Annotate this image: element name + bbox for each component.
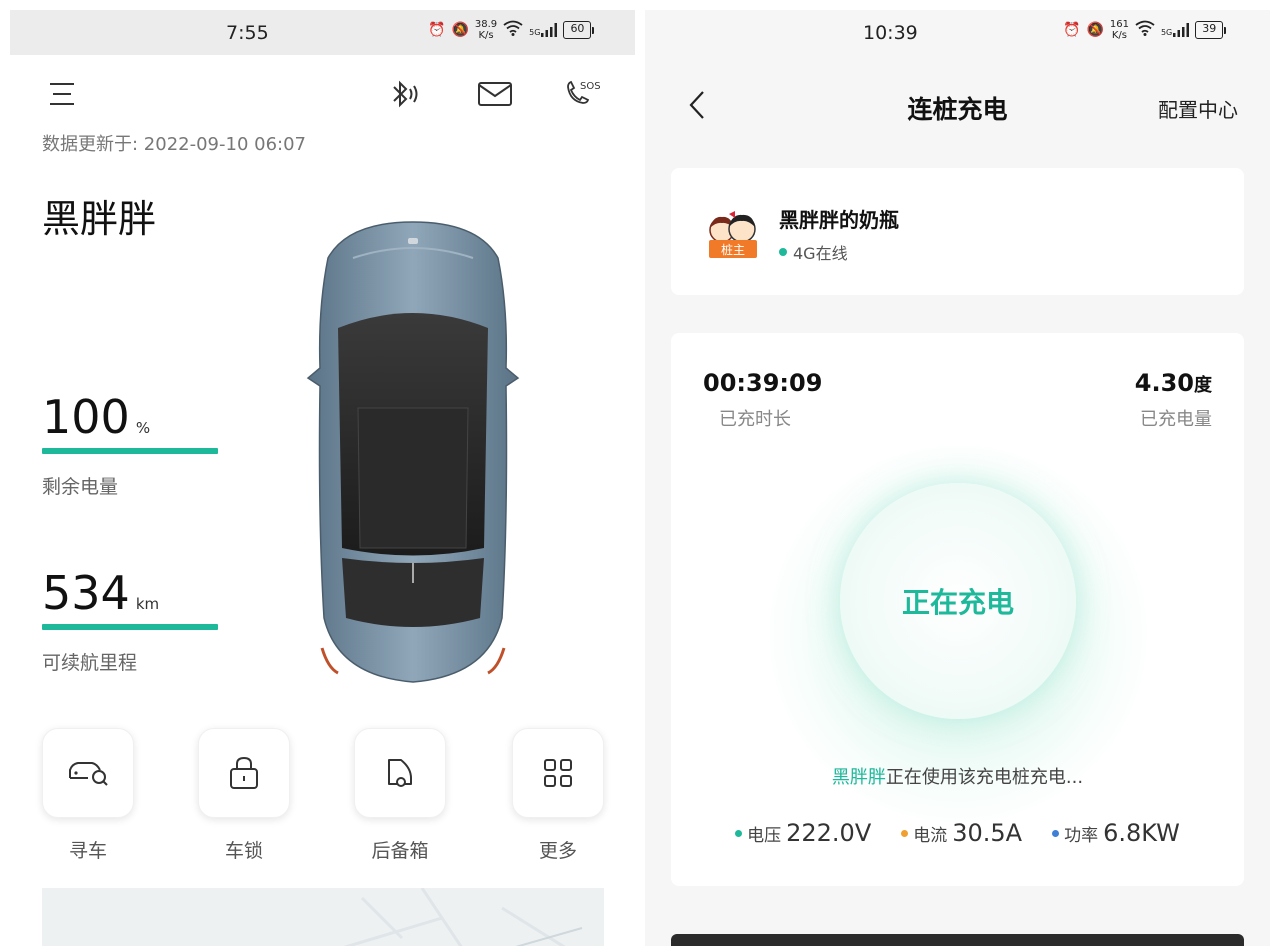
range-value: 534 [42, 566, 130, 620]
range-label: 可续航里程 [42, 652, 138, 674]
data-update-time: 数据更新于: 2022-09-10 06:07 [42, 134, 306, 155]
charger-name: 黑胖胖的奶瓶 [779, 208, 899, 232]
battery-unit: % [135, 419, 151, 437]
charging-user-text: 黑胖胖正在使用该充电桩充电... [831, 767, 1084, 788]
network-speed: 38.9 K/s [474, 19, 498, 41]
wifi-icon [1135, 20, 1155, 40]
range-metric: 534 km 可续航里程 [42, 566, 218, 675]
action-trunk[interactable]: 后备箱 [354, 728, 446, 863]
battery-icon: 60 [563, 21, 595, 39]
alarm-icon: ⏰ [1063, 22, 1081, 38]
wifi-icon [503, 20, 523, 40]
status-icons: ⏰ 🔕 161 K/s 5G 39 [1063, 19, 1227, 41]
charging-readings: 电压 222.0V 电流 30.5A 功率 6.8KW [671, 819, 1244, 847]
battery-metric: 100% 剩余电量 [42, 390, 218, 499]
signal-icon: 5G [1161, 23, 1190, 37]
charged-energy: 4.30度 已充电量 [1135, 369, 1212, 431]
top-toolbar: SOS [10, 76, 635, 116]
car-search-icon[interactable] [42, 728, 134, 818]
battery-bar [42, 448, 218, 454]
map-preview[interactable] [42, 888, 604, 946]
energy-value: 4.30 [1134, 369, 1194, 397]
charger-owner-card[interactable]: 桩主 黑胖胖的奶瓶 4G在线 [671, 168, 1244, 295]
mute-icon: 🔕 [451, 22, 469, 38]
duration-label: 已充时长 [719, 409, 791, 430]
status-time: 7:55 [226, 22, 269, 44]
grid-icon[interactable] [512, 728, 604, 818]
range-bar [42, 624, 218, 630]
range-bar-fill [42, 624, 218, 630]
charging-status-circle: 正在充电 [840, 483, 1076, 719]
energy-unit: 度 [1194, 375, 1212, 396]
sos-call-icon[interactable]: SOS [562, 76, 606, 112]
battery-value: 100 [42, 390, 130, 444]
energy-label: 已充电量 [1140, 409, 1212, 430]
battery-bar-fill [42, 448, 218, 454]
sos-label: SOS [580, 81, 601, 92]
battery-label: 剩余电量 [42, 476, 119, 498]
charging-user: 黑胖胖 [831, 767, 886, 788]
charging-state: 正在充电 [901, 586, 1014, 619]
quick-actions: 寻车 车锁 后备箱 更多 [42, 728, 604, 868]
signal-icon: 5G [529, 23, 558, 37]
network-speed: 161 K/s [1109, 19, 1129, 41]
trunk-icon[interactable] [354, 728, 446, 818]
current-reading: 电流 30.5A [901, 819, 1022, 847]
menu-icon[interactable] [44, 78, 80, 110]
bluetooth-key-icon[interactable] [386, 76, 426, 112]
stop-charging-button[interactable] [671, 934, 1244, 946]
status-bar: 7:55 ⏰ 🔕 38.9 K/s 5G 60 [10, 10, 635, 55]
mute-icon: 🔕 [1086, 22, 1104, 38]
action-find-car[interactable]: 寻车 [42, 728, 134, 863]
voltage-reading: 电压 222.0V [735, 819, 871, 847]
charger-status: 4G在线 [779, 240, 848, 264]
power-dot [1052, 829, 1060, 837]
online-dot [779, 248, 787, 256]
car-name: 黑胖胖 [42, 197, 157, 241]
status-time: 10:39 [863, 22, 918, 44]
charging-screen: 10:39 ⏰ 🔕 161 K/s 5G 39 连桩充电 配置中心 桩主 黑胖胖… [645, 10, 1270, 946]
battery-icon: 39 [1195, 21, 1227, 39]
range-unit: km [135, 595, 160, 613]
alarm-icon: ⏰ [428, 22, 446, 38]
nav-bar: 连桩充电 配置中心 [645, 80, 1270, 130]
duration-value: 00:39:09 [703, 369, 823, 397]
lock-icon[interactable] [198, 728, 290, 818]
owner-badge: 桩主 [721, 242, 745, 257]
voltage-dot [735, 829, 743, 837]
car-app-screen: 7:55 ⏰ 🔕 38.9 K/s 5G 60 SOS 数据更新于: 2022-… [10, 10, 635, 946]
action-more[interactable]: 更多 [512, 728, 604, 863]
status-icons: ⏰ 🔕 38.9 K/s 5G 60 [428, 19, 595, 41]
config-center-link[interactable]: 配置中心 [1158, 94, 1238, 123]
current-dot [901, 829, 909, 837]
charging-card: 00:39:09 已充时长 4.30度 已充电量 正在充电 黑胖胖正在使用该充电… [671, 333, 1244, 886]
owner-avatar: 桩主 [705, 208, 761, 260]
status-bar: 10:39 ⏰ 🔕 161 K/s 5G 39 [645, 10, 1270, 55]
power-reading: 功率 6.8KW [1052, 819, 1180, 847]
screenshot: 7:55 ⏰ 🔕 38.9 K/s 5G 60 SOS 数据更新于: 2022-… [0, 0, 1280, 946]
charge-duration: 00:39:09 已充时长 [703, 369, 822, 431]
car-top-view-image [298, 218, 528, 688]
message-icon[interactable] [475, 76, 515, 112]
action-car-lock[interactable]: 车锁 [198, 728, 290, 863]
